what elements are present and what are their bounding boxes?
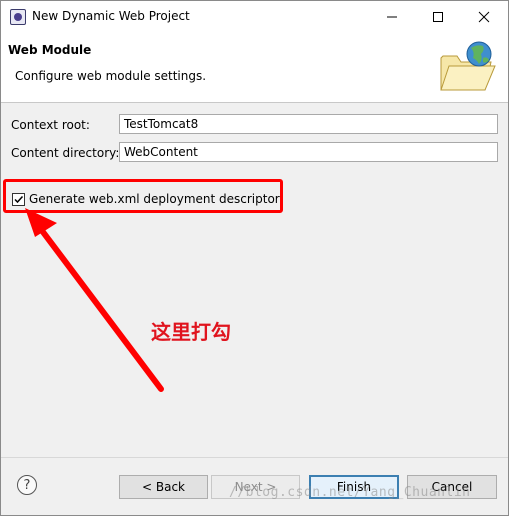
- close-icon: [478, 11, 490, 22]
- wizard-banner: Web Module Configure web module settings…: [1, 32, 508, 103]
- context-root-input[interactable]: TestTomcat8: [119, 114, 498, 134]
- content-directory-label: Content directory:: [11, 146, 120, 160]
- page-title: Web Module: [8, 43, 92, 57]
- folder-globe-icon: [440, 41, 496, 91]
- dialog-window: New Dynamic Web Project Web Module Confi…: [0, 0, 509, 516]
- page-description: Configure web module settings.: [15, 69, 207, 83]
- maximize-icon: [433, 11, 443, 22]
- annotation-highlight-box: [3, 179, 283, 213]
- content-directory-input[interactable]: WebContent: [119, 142, 498, 162]
- context-root-label: Context root:: [11, 118, 90, 132]
- help-button[interactable]: ?: [17, 475, 37, 495]
- back-button[interactable]: < Back: [119, 475, 208, 499]
- footer-divider: [1, 457, 508, 458]
- help-icon: ?: [23, 477, 31, 493]
- eclipse-app-icon: [10, 9, 26, 25]
- watermark: //blog.csdn.net/Yang_Chuanlin: [229, 485, 471, 500]
- annotation-note: 这里打勾: [151, 320, 231, 344]
- minimize-icon: [387, 16, 397, 17]
- maximize-button[interactable]: [415, 1, 461, 32]
- minimize-button[interactable]: [369, 1, 415, 32]
- window-title: New Dynamic Web Project: [32, 9, 190, 23]
- close-button[interactable]: [461, 1, 507, 32]
- title-bar: New Dynamic Web Project: [1, 1, 508, 32]
